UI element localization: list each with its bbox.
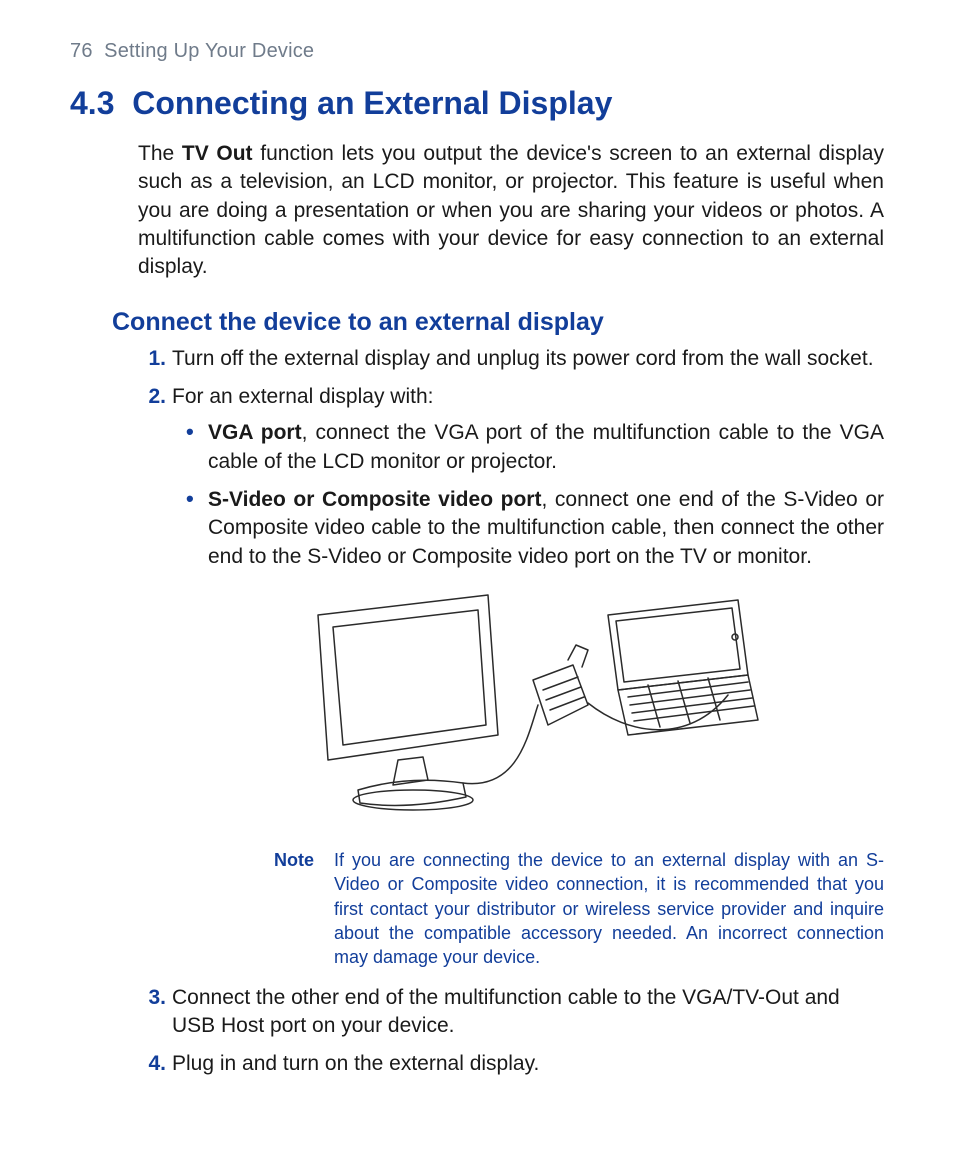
subheading: Connect the device to an external displa… [112, 308, 884, 337]
sub-item-vga: VGA port, connect the VGA port of the mu… [178, 419, 884, 476]
step-text: Connect the other end of the multifuncti… [172, 986, 840, 1037]
note-label: Note [274, 848, 334, 969]
step-number: 2. [138, 383, 166, 411]
step-3: 3. Connect the other end of the multifun… [138, 984, 884, 1041]
running-header: 76 Setting Up Your Device [70, 40, 884, 63]
page-number: 76 [70, 40, 93, 62]
steps-list: 1. Turn off the external display and unp… [138, 345, 884, 1079]
step-number: 1. [138, 345, 166, 373]
note-text: If you are connecting the device to an e… [334, 848, 884, 969]
step-1: 1. Turn off the external display and unp… [138, 345, 884, 373]
section-number: 4.3 [70, 85, 114, 121]
step-number: 4. [138, 1050, 166, 1078]
chapter-title: Setting Up Your Device [104, 40, 314, 62]
step-number: 3. [138, 984, 166, 1012]
connection-illustration [172, 585, 884, 830]
section-heading: 4.3 Connecting an External Display [70, 85, 884, 122]
sub-item-svideo: S-Video or Composite video port, connect… [178, 486, 884, 571]
step-2-sublist: VGA port, connect the VGA port of the mu… [178, 419, 884, 571]
intro-bold-term: TV Out [182, 142, 253, 165]
step-4: 4. Plug in and turn on the external disp… [138, 1050, 884, 1078]
step-text: For an external display with: [172, 385, 433, 408]
sub-item-text: , connect the VGA port of the multifunct… [208, 421, 884, 472]
step-text: Turn off the external display and unplug… [172, 347, 874, 370]
step-text: Plug in and turn on the external display… [172, 1052, 539, 1075]
sub-item-bold: VGA port [208, 421, 302, 444]
intro-paragraph: The TV Out function lets you output the … [138, 140, 884, 282]
note-block: Note If you are connecting the device to… [274, 848, 884, 969]
sub-item-bold: S-Video or Composite video port [208, 488, 541, 511]
monitor-device-cable-icon [288, 585, 768, 830]
step-2: 2. For an external display with: VGA por… [138, 383, 884, 970]
document-page: 76 Setting Up Your Device 4.3 Connecting… [0, 0, 954, 1129]
section-title: Connecting an External Display [132, 85, 612, 121]
